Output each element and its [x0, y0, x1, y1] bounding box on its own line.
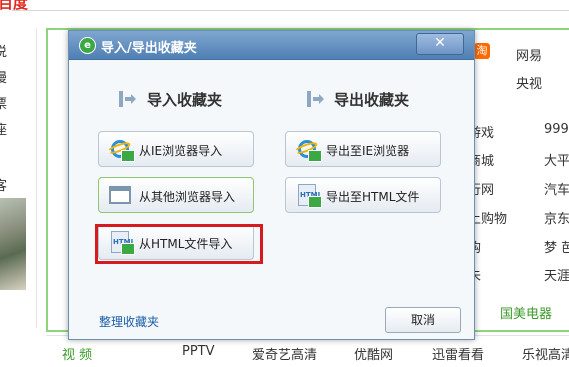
import-from-ie-button[interactable]: 从IE浏览器导入	[98, 131, 254, 167]
export-to-html-button[interactable]: HTML 导出至HTML文件	[285, 177, 441, 213]
search-box-edge	[12, 0, 569, 11]
site-link[interactable]: 京东	[544, 208, 569, 227]
ie-icon	[106, 138, 135, 162]
import-from-other-browser-button[interactable]: 从其他浏览器导入	[98, 177, 254, 213]
news-photo[interactable]	[0, 198, 26, 290]
close-button[interactable]: ✕	[416, 33, 464, 55]
button-label: 导出至IE浏览器	[326, 144, 410, 158]
ie-icon	[293, 138, 322, 162]
close-icon: ✕	[434, 35, 446, 51]
cancel-button[interactable]: 取消	[385, 307, 461, 333]
site-link[interactable]: 央视	[516, 73, 542, 92]
button-label: 从IE浏览器导入	[139, 144, 223, 158]
nav-video-label[interactable]: 视 频	[62, 344, 92, 363]
left-category-item[interactable]: 座	[0, 118, 34, 144]
site-link[interactable]: 汽车	[544, 179, 569, 198]
left-category-list: 说 漫 票 座 客	[0, 40, 34, 200]
left-category-item[interactable]: 漫	[0, 66, 34, 92]
dialog-titlebar[interactable]: e 导入/导出收藏夹 ✕	[69, 31, 474, 60]
browser-top-strip: 百度	[0, 0, 569, 12]
left-category-item[interactable]: 客	[0, 174, 34, 200]
nav-link[interactable]: 优酷网	[354, 344, 393, 363]
export-icon	[307, 91, 324, 107]
left-category-item[interactable]: 说	[0, 40, 34, 66]
nav-link[interactable]: 迅雷看看	[432, 344, 484, 363]
import-icon	[119, 91, 136, 107]
button-label: 导出至HTML文件	[326, 190, 420, 204]
export-to-ie-button[interactable]: 导出至IE浏览器	[285, 131, 441, 167]
browser-window-icon	[109, 184, 133, 206]
nav-link[interactable]: 爱奇艺高清	[252, 344, 317, 363]
red-highlight-box	[95, 224, 263, 264]
manage-favorites-link[interactable]: 整理收藏夹	[99, 313, 159, 330]
nav-link[interactable]: 乐视高清	[522, 344, 569, 363]
html-file-icon: HTML	[296, 184, 322, 208]
browser-logo-icon: e	[79, 37, 96, 54]
taobao-icon: 淘	[474, 43, 490, 59]
export-section-title: 导出收藏夹	[334, 91, 410, 109]
import-export-favorites-dialog: e 导入/导出收藏夹 ✕ 导入收藏夹 导出收藏夹 从IE浏览器导入 从其他浏览器…	[68, 30, 475, 340]
import-section-title: 导入收藏夹	[147, 91, 223, 109]
site-link[interactable]: 国美电器	[500, 303, 552, 322]
nav-link[interactable]: PPTV	[182, 344, 215, 359]
dialog-title: 导入/导出收藏夹	[101, 41, 197, 56]
button-label: 从其他浏览器导入	[139, 190, 236, 204]
site-link[interactable]: 梦 芭	[544, 237, 569, 256]
site-link[interactable]: 999	[544, 122, 569, 137]
site-link[interactable]: 大平	[544, 150, 569, 169]
site-link[interactable]: 天涯	[544, 265, 569, 284]
left-category-item[interactable]: 票	[0, 92, 34, 118]
left-divider	[36, 28, 37, 328]
site-link[interactable]: 网易	[516, 45, 542, 64]
